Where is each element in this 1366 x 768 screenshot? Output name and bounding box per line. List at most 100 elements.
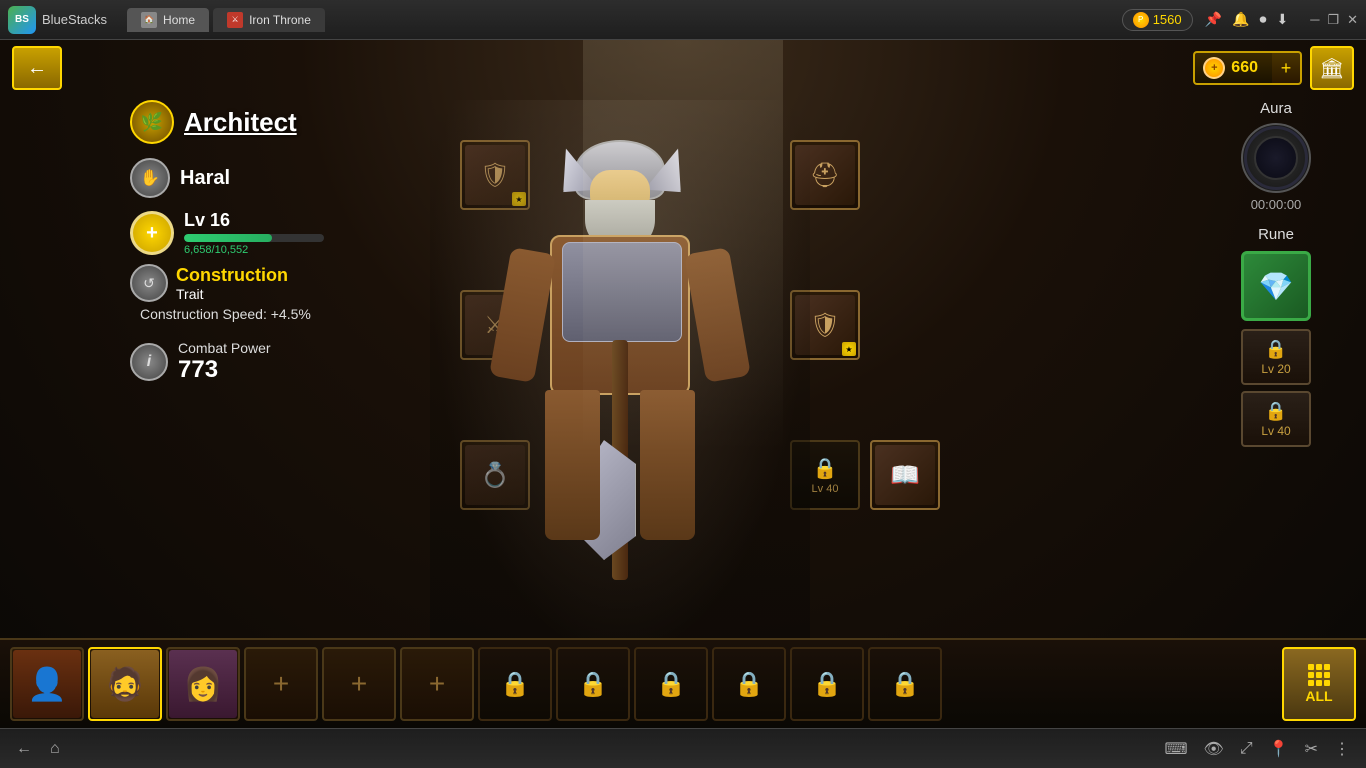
aura-time: 00:00:00 bbox=[1206, 197, 1346, 212]
combat-label: Combat Power bbox=[178, 340, 271, 356]
all-dot-9 bbox=[1324, 680, 1330, 686]
rune-lv-1: Lv 20 bbox=[1261, 362, 1290, 376]
lock-slot-icon-1: 🔒 bbox=[500, 670, 530, 699]
keyboard-icon[interactable]: ⌨ bbox=[1164, 739, 1187, 759]
back-nav-icon[interactable]: ← bbox=[16, 740, 32, 758]
hero-figure-container bbox=[400, 80, 840, 660]
game-icon: ⚔ bbox=[227, 12, 243, 28]
lock-slot-icon-4: 🔒 bbox=[734, 670, 764, 699]
hero-arm-right bbox=[684, 247, 751, 383]
bluestacks-logo: BS bbox=[8, 6, 36, 34]
location-icon[interactable]: 📍 bbox=[1269, 739, 1289, 759]
aura-ring bbox=[1244, 126, 1308, 190]
titlebar-icons: 📌 🔔 ⏺ ⬇ bbox=[1205, 11, 1289, 28]
all-dot-6 bbox=[1324, 672, 1330, 678]
rune-locked-2[interactable]: 🔒 Lv 40 bbox=[1241, 391, 1311, 447]
resize-icon[interactable]: ⤢ bbox=[1240, 740, 1253, 758]
home-tab[interactable]: 🏠 Home bbox=[127, 8, 209, 32]
lock-slot-5: 🔒 bbox=[790, 647, 864, 721]
lock-slot-6: 🔒 bbox=[868, 647, 942, 721]
visibility-icon[interactable]: 👁 bbox=[1204, 739, 1224, 759]
rune-lv-2: Lv 40 bbox=[1261, 424, 1290, 438]
hero-head bbox=[575, 140, 665, 240]
xp-fraction: 6,658/10,552 bbox=[184, 244, 324, 256]
all-button[interactable]: ALL bbox=[1282, 647, 1356, 721]
hero-body bbox=[490, 140, 750, 640]
lock-slot-4: 🔒 bbox=[712, 647, 786, 721]
gold-coin-icon: + bbox=[1203, 57, 1225, 79]
trait-name: Construction bbox=[176, 265, 288, 286]
lock-slot-icon-6: 🔒 bbox=[890, 670, 920, 699]
restore-button[interactable]: ❐ bbox=[1327, 12, 1339, 28]
titlebar-right: P 1560 📌 🔔 ⏺ ⬇ ─ ❐ ✕ bbox=[1122, 9, 1358, 31]
info-icon[interactable]: i bbox=[130, 343, 168, 381]
char-slot-1[interactable]: 👤 bbox=[10, 647, 84, 721]
all-dot-1 bbox=[1308, 664, 1314, 670]
hero-title[interactable]: Architect bbox=[184, 107, 297, 138]
all-icon bbox=[1308, 664, 1330, 686]
game-tab[interactable]: ⚔ Iron Throne bbox=[213, 8, 325, 32]
level-row: + Lv 16 6,658/10,552 bbox=[130, 210, 410, 256]
aura-circle[interactable] bbox=[1241, 123, 1311, 193]
combat-row: i Combat Power 773 bbox=[130, 340, 410, 384]
shield-gem: ★ bbox=[842, 342, 856, 356]
cut-icon[interactable]: ✂ bbox=[1305, 739, 1318, 759]
hero-arm-left bbox=[489, 247, 556, 383]
game-area: ← + 660 + 🏛 🌿 Architect ✋ Haral + Lv 16 bbox=[0, 40, 1366, 728]
gold-amount: + 660 bbox=[1193, 51, 1272, 85]
char-portrait-1: 👤 bbox=[13, 650, 81, 718]
lock-slot-3: 🔒 bbox=[634, 647, 708, 721]
hero-leg-right bbox=[640, 390, 695, 540]
trait-icon: ↺ bbox=[130, 264, 168, 302]
lock-slot-icon-5: 🔒 bbox=[812, 670, 842, 699]
xp-bar bbox=[184, 234, 324, 242]
book-slot[interactable]: 📖 bbox=[870, 440, 940, 510]
lock-slot-1: 🔒 bbox=[478, 647, 552, 721]
back-button[interactable]: ← bbox=[12, 46, 62, 90]
rune-gem-active[interactable]: 💎 bbox=[1241, 251, 1311, 321]
rune-section: Rune 💎 🔒 Lv 20 🔒 Lv 40 bbox=[1206, 226, 1346, 447]
add-slot-2[interactable]: + bbox=[322, 647, 396, 721]
aura-label: Aura bbox=[1206, 100, 1346, 117]
trait-description: Construction Speed: +4.5% bbox=[140, 306, 410, 322]
home-icon: 🏠 bbox=[141, 12, 157, 28]
combat-value: 773 bbox=[178, 356, 271, 384]
points-icon: P bbox=[1133, 12, 1149, 28]
titlebar: BS BlueStacks 🏠 Home ⚔ Iron Throne P 156… bbox=[0, 0, 1366, 40]
home-tab-label: Home bbox=[163, 13, 195, 27]
hero-badge-icon: 🌿 bbox=[130, 100, 174, 144]
trait-row: ↺ Construction Trait bbox=[130, 264, 410, 302]
home-nav-icon[interactable]: ⌂ bbox=[50, 740, 60, 758]
bank-button[interactable]: 🏛 bbox=[1310, 46, 1354, 90]
level-add-button[interactable]: + bbox=[130, 211, 174, 255]
combat-info: Combat Power 773 bbox=[178, 340, 271, 384]
hero-leg-left bbox=[545, 390, 600, 540]
minimize-button[interactable]: ─ bbox=[1310, 12, 1319, 28]
rune-locked-1[interactable]: 🔒 Lv 20 bbox=[1241, 329, 1311, 385]
all-dot-3 bbox=[1324, 664, 1330, 670]
pin-icon[interactable]: 📌 bbox=[1205, 11, 1222, 28]
hero-name-icon: ✋ bbox=[130, 158, 170, 198]
char-slot-3[interactable]: 👩 bbox=[166, 647, 240, 721]
rune-gem-icon: 💎 bbox=[1259, 270, 1294, 303]
close-button[interactable]: ✕ bbox=[1347, 12, 1358, 28]
more-icon[interactable]: ⋮ bbox=[1334, 739, 1350, 759]
char-slot-2[interactable]: 🧔 bbox=[88, 647, 162, 721]
all-dot-2 bbox=[1316, 664, 1322, 670]
add-slot-1[interactable]: + bbox=[244, 647, 318, 721]
add-slot-3[interactable]: + bbox=[400, 647, 474, 721]
hero-name: Haral bbox=[180, 167, 230, 190]
lock-slot-icon-2: 🔒 bbox=[578, 670, 608, 699]
gold-add-button[interactable]: + bbox=[1272, 51, 1302, 85]
right-panel: Aura 00:00:00 Rune 💎 🔒 Lv 20 🔒 Lv 40 bbox=[1206, 100, 1346, 453]
all-dot-4 bbox=[1308, 672, 1314, 678]
bell-icon[interactable]: 🔔 bbox=[1232, 11, 1249, 28]
game-tab-label: Iron Throne bbox=[249, 13, 311, 27]
hero-figure bbox=[430, 100, 810, 660]
record-icon[interactable]: ⏺ bbox=[1259, 11, 1266, 28]
all-label: ALL bbox=[1305, 688, 1332, 704]
left-panel: 🌿 Architect ✋ Haral + Lv 16 6,658/10,552… bbox=[130, 100, 410, 384]
download-icon[interactable]: ⬇ bbox=[1276, 11, 1288, 28]
level-text: Lv 16 bbox=[184, 210, 324, 231]
bs-bottom-bar: ← ⌂ ⌨ 👁 ⤢ 📍 ✂ ⋮ bbox=[0, 728, 1366, 768]
